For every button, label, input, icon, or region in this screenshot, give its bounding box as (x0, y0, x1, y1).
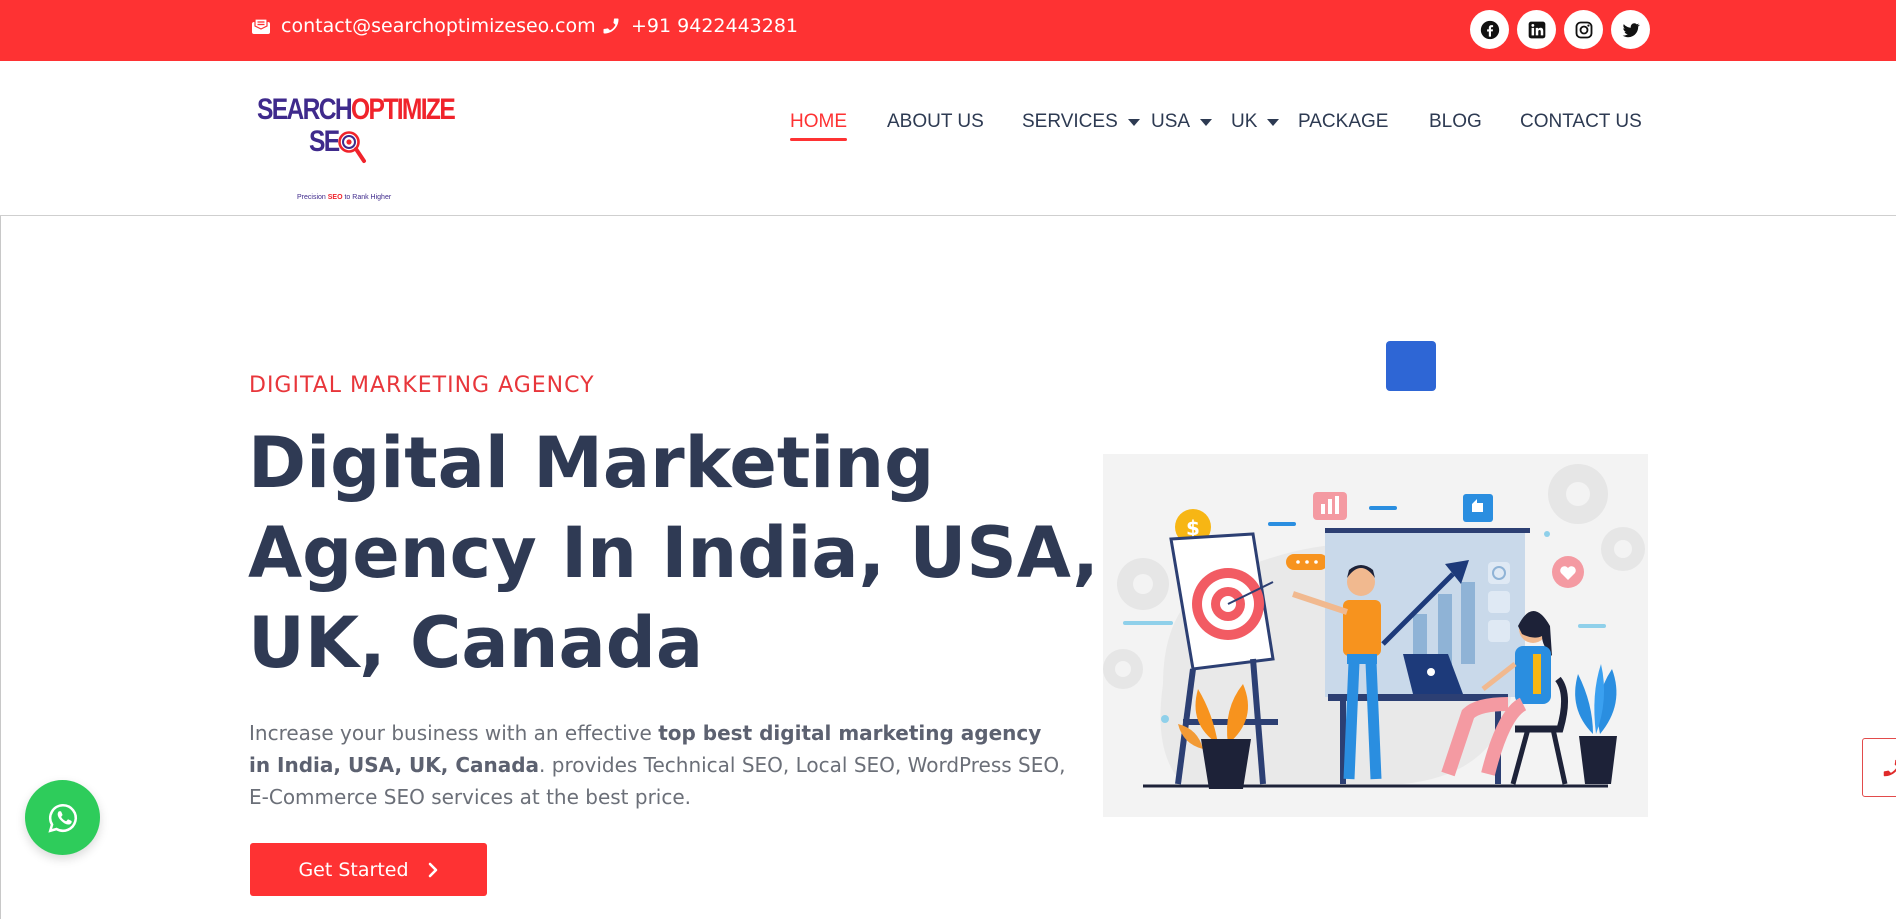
decorative-square (1386, 341, 1436, 391)
nav-home[interactable]: HOME (790, 107, 847, 141)
headline-line-3: UK, Canada (248, 602, 704, 684)
hero-eyebrow: DIGITAL MARKETING AGENCY (249, 373, 595, 398)
headline-line-1: Digital Marketing (248, 422, 935, 504)
nav-contact-us[interactable]: CONTACT US (1520, 107, 1642, 137)
chevron-down-icon (1127, 118, 1140, 126)
phone-icon (1883, 759, 1896, 776)
whatsapp-icon (47, 803, 77, 833)
linkedin-icon (1528, 21, 1545, 38)
instagram-link[interactable] (1564, 10, 1603, 49)
social-links (1470, 10, 1650, 49)
get-started-label: Get Started (298, 858, 409, 881)
get-started-button[interactable]: Get Started (250, 843, 487, 896)
facebook-icon (1480, 20, 1499, 39)
email-link[interactable]: contact@searchoptimizeseo.com (251, 14, 596, 38)
marketing-team-illustration: $ (1103, 464, 1645, 789)
phone-link[interactable]: +91 9422443281 (601, 14, 798, 38)
hero-description: Increase your business with an effective… (249, 721, 1066, 809)
logo-wordmark-line2: SE (309, 125, 340, 158)
whatsapp-chat-button[interactable] (25, 780, 100, 855)
hero-headline: Digital Marketing Agency In India, USA, … (248, 418, 1099, 688)
nav-usa[interactable]: USA (1151, 107, 1213, 137)
twitter-link[interactable] (1611, 10, 1650, 49)
chevron-down-icon (1267, 118, 1280, 126)
twitter-icon (1622, 22, 1640, 37)
headline-line-2: Agency In India, USA, (248, 512, 1099, 594)
chevron-right-icon (428, 862, 437, 877)
site-header: SEARCHOPTIMIZE SE Precision SEO to Rank … (0, 61, 1896, 216)
nav-blog[interactable]: BLOG (1429, 107, 1482, 137)
phone-icon (603, 18, 619, 34)
top-bar: contact@searchoptimizeseo.com +91 942244… (0, 0, 1896, 61)
logo-tagline: Precision SEO to Rank Higher (297, 194, 392, 201)
instagram-icon (1575, 21, 1592, 38)
site-logo[interactable]: SEARCHOPTIMIZE SE Precision SEO to Rank … (255, 89, 456, 201)
nav-services[interactable]: SERVICES (1022, 107, 1140, 137)
email-text: contact@searchoptimizeseo.com (281, 15, 596, 37)
facebook-link[interactable] (1470, 10, 1509, 49)
phone-text: +91 9422443281 (631, 15, 799, 37)
nav-uk[interactable]: UK (1231, 107, 1280, 137)
magnifier-target-icon (338, 131, 366, 163)
hero-illustration: $ (1103, 454, 1648, 817)
linkedin-link[interactable] (1517, 10, 1556, 49)
logo-wordmark-line1: SEARCHOPTIMIZE (257, 93, 456, 126)
nav-about-us[interactable]: ABOUT US (887, 107, 984, 137)
call-button[interactable] (1862, 738, 1896, 797)
envelope-icon (252, 18, 270, 34)
chevron-down-icon (1200, 118, 1213, 126)
nav-package[interactable]: PACKAGE (1298, 107, 1388, 137)
